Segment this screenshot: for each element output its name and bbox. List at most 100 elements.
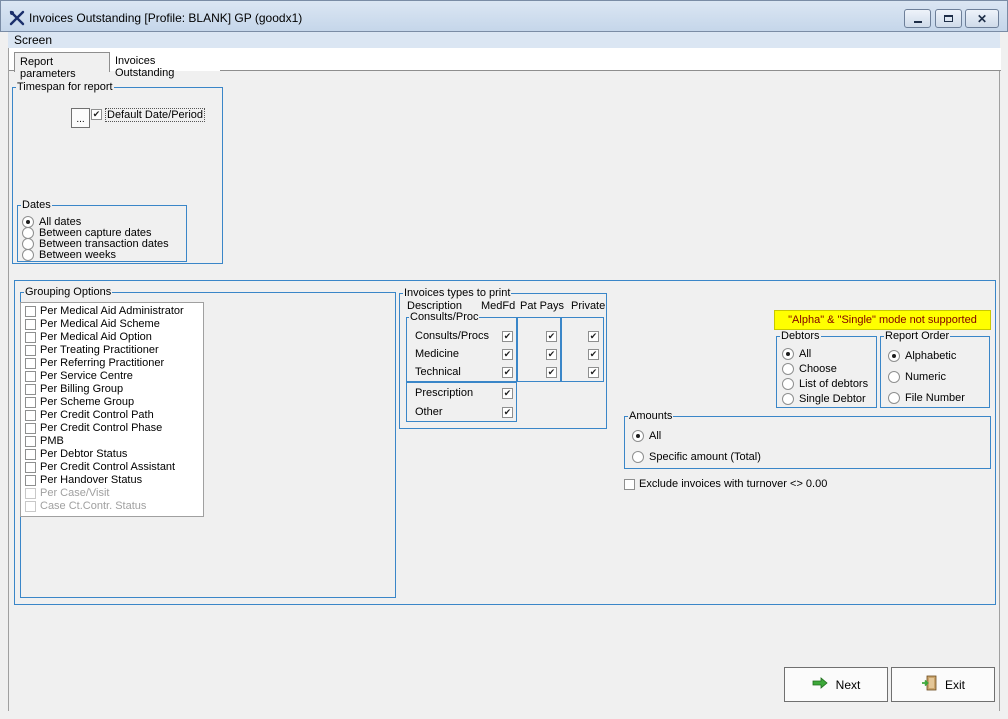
list-item[interactable]: Per Credit Control Path <box>21 409 203 422</box>
grouping-checkbox[interactable] <box>25 319 36 330</box>
consults-proc-title: Consults/Proc <box>409 311 480 323</box>
grouping-checkbox[interactable] <box>25 306 36 317</box>
grouping-checkbox <box>25 488 36 499</box>
grouping-list[interactable]: Per Medical Aid Administrator Per Medical… <box>20 302 204 517</box>
grouping-label: Per Medical Aid Option <box>40 331 152 343</box>
invoice-patpays-checkbox[interactable] <box>546 331 557 342</box>
menu-screen[interactable]: Screen <box>14 33 52 47</box>
list-item[interactable]: Per Medical Aid Scheme <box>21 318 203 331</box>
invoice-medfd-checkbox[interactable] <box>502 367 513 378</box>
debtors-all-radio[interactable] <box>782 348 794 360</box>
amounts-specific-radio[interactable] <box>632 451 644 463</box>
invoice-medfd-checkbox[interactable] <box>502 331 513 342</box>
grouping-label: Per Handover Status <box>40 474 143 486</box>
invoice-type-label: Prescription <box>415 387 474 399</box>
exclude-turnover-checkbox[interactable] <box>624 479 635 490</box>
arrow-right-icon <box>812 677 828 692</box>
grouping-checkbox[interactable] <box>25 449 36 460</box>
dates-weeks-label: Between weeks <box>39 249 117 261</box>
grouping-label: Per Debtor Status <box>40 448 128 460</box>
grouping-label: Per Service Centre <box>40 370 133 382</box>
debtors-single-label: Single Debtor <box>799 393 866 405</box>
order-file-number-radio[interactable] <box>888 392 900 404</box>
invoice-medfd-checkbox[interactable] <box>502 388 513 399</box>
invoice-types-title: Invoices types to print <box>403 287 512 299</box>
order-numeric-radio[interactable] <box>888 371 900 383</box>
default-period-checkbox[interactable] <box>91 109 102 120</box>
debtors-choose-radio[interactable] <box>782 363 794 375</box>
grouping-checkbox[interactable] <box>25 462 36 473</box>
invoice-patpays-checkbox[interactable] <box>546 367 557 378</box>
col-medfd: MedFd <box>481 300 516 312</box>
maximize-button[interactable] <box>935 9 962 28</box>
grouping-label: Per Billing Group <box>40 383 124 395</box>
grouping-checkbox[interactable] <box>25 332 36 343</box>
grouping-label: Case Ct.Contr. Status <box>40 500 147 512</box>
list-item[interactable]: Per Billing Group <box>21 383 203 396</box>
list-item[interactable]: Per Medical Aid Administrator <box>21 305 203 318</box>
dates-weeks-radio[interactable] <box>22 249 34 261</box>
grouping-label: Per Credit Control Path <box>40 409 154 421</box>
next-button[interactable]: Next <box>784 667 888 702</box>
list-item[interactable]: Per Credit Control Phase <box>21 422 203 435</box>
tools-icon <box>9 10 25 26</box>
invoice-private-checkbox[interactable] <box>588 367 599 378</box>
grouping-checkbox[interactable] <box>25 397 36 408</box>
invoice-private-checkbox[interactable] <box>588 331 599 342</box>
list-item[interactable]: Per Service Centre <box>21 370 203 383</box>
timespan-title: Timespan for report <box>16 81 114 93</box>
default-period-label: Default Date/Period <box>105 108 205 122</box>
debtors-list-label: List of debtors <box>799 378 869 390</box>
exclude-turnover-label: Exclude invoices with turnover <> 0.00 <box>639 478 828 490</box>
grouping-checkbox[interactable] <box>25 436 36 447</box>
order-file-number-label: File Number <box>905 392 965 404</box>
col-private: Private <box>571 300 606 312</box>
grouping-checkbox[interactable] <box>25 358 36 369</box>
report-order-title: Report Order <box>884 330 951 342</box>
grouping-checkbox[interactable] <box>25 475 36 486</box>
list-item[interactable]: PMB <box>21 435 203 448</box>
grouping-checkbox[interactable] <box>25 423 36 434</box>
invoice-type-label: Medicine <box>415 348 460 360</box>
list-item[interactable]: Per Credit Control Assistant <box>21 461 203 474</box>
order-alphabetic-label: Alphabetic <box>905 350 957 362</box>
invoice-patpays-checkbox[interactable] <box>546 349 557 360</box>
grouping-label: PMB <box>40 435 64 447</box>
list-item[interactable]: Per Debtor Status <box>21 448 203 461</box>
grouping-checkbox[interactable] <box>25 410 36 421</box>
list-item[interactable]: Per Handover Status <box>21 474 203 487</box>
amounts-title: Amounts <box>628 410 674 422</box>
debtors-list-radio[interactable] <box>782 378 794 390</box>
grouping-title: Grouping Options <box>24 286 113 298</box>
list-item[interactable]: Per Medical Aid Option <box>21 331 203 344</box>
list-item[interactable]: Per Scheme Group <box>21 396 203 409</box>
minimize-button[interactable] <box>904 9 931 28</box>
debtors-single-radio[interactable] <box>782 393 794 405</box>
invoice-medfd-checkbox[interactable] <box>502 407 513 418</box>
grouping-checkbox[interactable] <box>25 345 36 356</box>
exit-button[interactable]: Exit <box>891 667 995 702</box>
client-area: Report parameters Invoices Outstanding T… <box>8 48 1001 711</box>
date-period-button[interactable]: ... <box>71 108 90 128</box>
tab-report-parameters[interactable]: Report parameters <box>14 52 110 80</box>
window-title: Invoices Outstanding [Profile: BLANK] GP… <box>29 11 303 25</box>
amounts-all-radio[interactable] <box>632 430 644 442</box>
exit-door-icon <box>921 675 937 694</box>
minimize-icon <box>913 20 922 23</box>
grouping-label: Per Medical Aid Administrator <box>40 305 184 317</box>
list-item: Per Case/Visit <box>21 487 203 500</box>
grouping-checkbox[interactable] <box>25 384 36 395</box>
grouping-checkbox <box>25 501 36 512</box>
order-numeric-label: Numeric <box>905 371 946 383</box>
close-button[interactable]: ✕ <box>965 9 999 28</box>
grouping-checkbox[interactable] <box>25 371 36 382</box>
close-icon: ✕ <box>976 11 988 26</box>
invoice-private-checkbox[interactable] <box>588 349 599 360</box>
grouping-label: Per Medical Aid Scheme <box>40 318 160 330</box>
invoice-medfd-checkbox[interactable] <box>502 349 513 360</box>
tab-label: Invoices Outstanding <box>115 55 175 79</box>
list-item[interactable]: Per Referring Practitioner <box>21 357 203 370</box>
tab-invoices-outstanding[interactable]: Invoices Outstanding <box>110 52 220 79</box>
list-item[interactable]: Per Treating Practitioner <box>21 344 203 357</box>
order-alphabetic-radio[interactable] <box>888 350 900 362</box>
